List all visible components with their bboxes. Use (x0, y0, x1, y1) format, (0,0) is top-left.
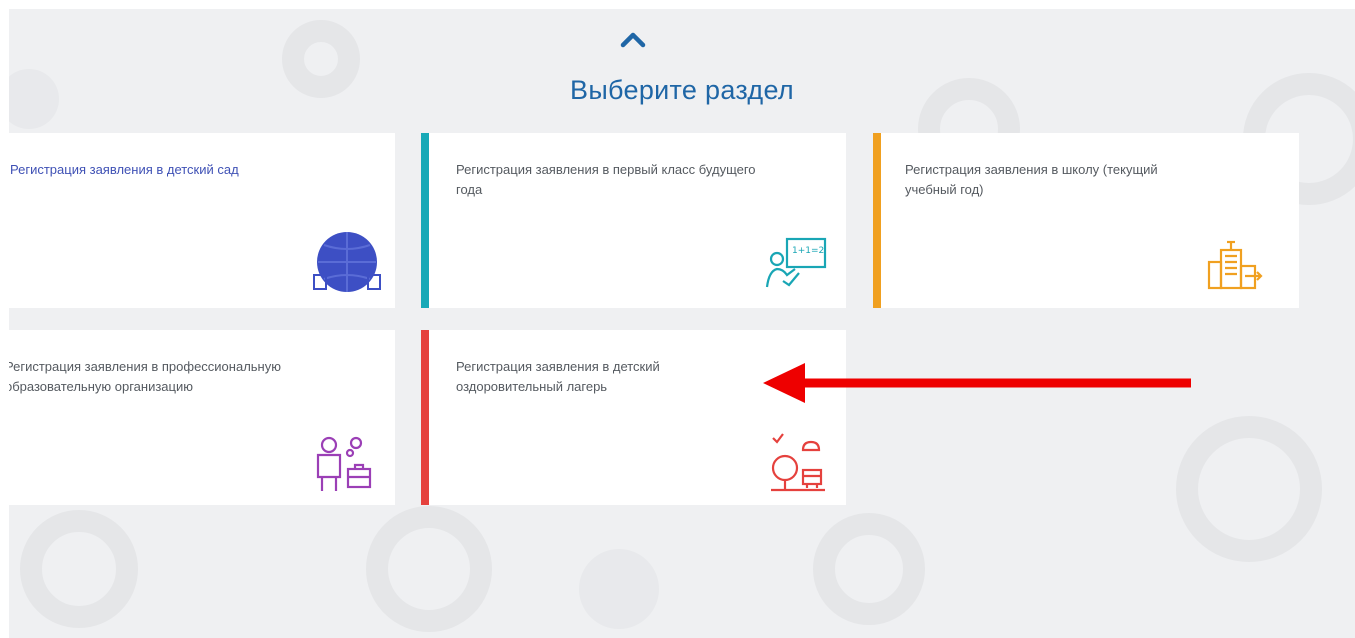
globe-icon (313, 232, 381, 292)
card-accent-bar (873, 133, 881, 308)
card-accent-bar (421, 330, 429, 505)
worker-briefcase-icon (316, 436, 372, 491)
page-title: Выберите раздел (570, 75, 794, 105)
card-health-camp[interactable]: Регистрация заявления в детский оздорови… (421, 330, 846, 505)
card-label: Регистрация заявления в детский сад (10, 162, 239, 177)
teacher-board-icon: 1+1=2 (765, 237, 827, 288)
card-kindergarten[interactable]: Регистрация заявления в детский сад (9, 133, 395, 308)
card-accent-bar (421, 133, 429, 308)
camp-tree-icon (771, 433, 825, 492)
card-professional-education[interactable]: Регистрация заявления в профессиональную… (9, 330, 395, 505)
card-label: Регистрация заявления в первый класс буд… (456, 162, 756, 197)
card-label: Регистрация заявления в профессиональную… (9, 359, 281, 394)
chevron-up-icon (620, 32, 646, 48)
school-building-icon (1207, 240, 1263, 290)
card-school-current-year[interactable]: Регистрация заявления в школу (текущий у… (873, 133, 1299, 308)
left-arrow-icon (763, 363, 1191, 403)
card-label: Регистрация заявления в детский оздорови… (456, 359, 660, 394)
collapse-button[interactable] (612, 24, 654, 54)
card-label: Регистрация заявления в школу (текущий у… (905, 162, 1158, 197)
card-first-grade[interactable]: Регистрация заявления в первый класс буд… (421, 133, 846, 308)
page-container: Выберите раздел Регистрация заявления в … (9, 9, 1355, 638)
svg-text:1+1=2: 1+1=2 (792, 246, 824, 256)
